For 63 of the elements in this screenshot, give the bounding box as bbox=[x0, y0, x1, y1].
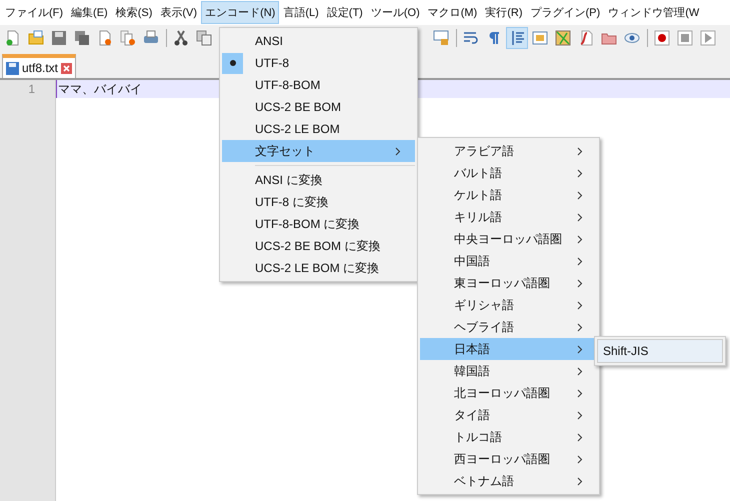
play-icon bbox=[700, 30, 716, 46]
menu-item[interactable]: タイ語 bbox=[420, 404, 597, 426]
menu-item[interactable]: ヘブライ語 bbox=[420, 316, 597, 338]
scissors-icon bbox=[173, 30, 189, 46]
open-folder-icon bbox=[28, 30, 44, 46]
menu-item[interactable]: UTF-8-BOM bbox=[222, 74, 415, 96]
function-icon bbox=[578, 30, 594, 46]
toolbar-button[interactable] bbox=[506, 27, 528, 49]
save-icon bbox=[51, 30, 67, 46]
menu-item[interactable]: ギリシャ語 bbox=[420, 294, 597, 316]
menu-item[interactable]: UTF-8-BOM に変換 bbox=[222, 213, 415, 235]
code-line: ママ、バイバイ bbox=[58, 82, 142, 96]
print-icon bbox=[143, 30, 159, 46]
menu-bar-item[interactable]: 編集(E) bbox=[67, 1, 112, 24]
close-all-icon bbox=[120, 30, 136, 46]
file-tab[interactable]: utf8.txt bbox=[2, 54, 76, 78]
menu-bar-item[interactable]: ファイル(F) bbox=[1, 1, 68, 24]
menu-bar-item[interactable]: ツール(O) bbox=[366, 1, 424, 24]
menu-item[interactable]: 中国語 bbox=[420, 250, 597, 272]
record-icon bbox=[654, 30, 670, 46]
menu-item[interactable]: 東ヨーロッパ語圏 bbox=[420, 272, 597, 294]
menu-bar-item[interactable]: 言語(L) bbox=[279, 1, 323, 24]
tab-label: utf8.txt bbox=[22, 61, 58, 75]
menu-item[interactable]: 西ヨーロッパ語圏 bbox=[420, 448, 597, 470]
line-number: 1 bbox=[27, 81, 36, 98]
menu-item[interactable]: バルト語 bbox=[420, 162, 597, 184]
menu-item[interactable]: UTF-8 bbox=[222, 52, 415, 74]
menu-bar-item[interactable]: 設定(T) bbox=[322, 1, 367, 24]
menu-item[interactable]: UTF-8 に変換 bbox=[222, 191, 415, 213]
menu-item[interactable]: トルコ語 bbox=[420, 426, 597, 448]
menu-item[interactable]: ケルト語 bbox=[420, 184, 597, 206]
menu-bar-item[interactable]: 表示(V) bbox=[156, 1, 202, 24]
window-icon bbox=[433, 30, 449, 46]
menu-bar-item[interactable]: 検索(S) bbox=[112, 1, 156, 24]
menu-item[interactable]: アラビア語 bbox=[420, 140, 597, 162]
menu-item[interactable]: ANSI に変換 bbox=[222, 169, 415, 191]
menu-item[interactable]: UCS-2 BE BOM bbox=[222, 96, 415, 118]
close-file-icon bbox=[97, 30, 113, 46]
menu-bar-item[interactable]: マクロ(M) bbox=[424, 1, 482, 24]
menu-bar-item[interactable]: プラグイン(P) bbox=[526, 1, 604, 24]
menu-item[interactable]: UCS-2 LE BOM bbox=[222, 118, 415, 140]
menu-item[interactable]: ベトナム語 bbox=[420, 470, 597, 492]
eye-icon bbox=[624, 30, 640, 46]
menu-bar-item[interactable]: ウィンドウ管理(W bbox=[604, 1, 704, 24]
word-wrap-icon bbox=[463, 30, 479, 46]
menu-item[interactable]: Shift-JIS bbox=[597, 339, 723, 363]
menu-item[interactable]: UCS-2 BE BOM に変換 bbox=[222, 235, 415, 257]
copy-icon bbox=[196, 30, 212, 46]
menu-item[interactable]: UCS-2 LE BOM に変換 bbox=[222, 257, 415, 279]
stop-icon bbox=[677, 30, 693, 46]
menu-item[interactable]: 日本語 bbox=[420, 338, 597, 360]
menu-item[interactable]: 文字セット bbox=[222, 140, 415, 162]
menu-item[interactable]: ANSI bbox=[222, 30, 415, 52]
save-icon bbox=[6, 62, 19, 74]
menu-item[interactable]: 韓国語 bbox=[420, 360, 597, 382]
menu-item[interactable]: 北ヨーロッパ語圏 bbox=[420, 382, 597, 404]
menu-bar-item[interactable]: 実行(R) bbox=[481, 1, 527, 24]
save-all-icon bbox=[74, 30, 90, 46]
menu-item[interactable]: キリル語 bbox=[420, 206, 597, 228]
close-icon[interactable] bbox=[61, 62, 72, 74]
menu-bar-item[interactable]: エンコード(N) bbox=[201, 1, 280, 24]
new-file-icon bbox=[5, 30, 21, 46]
menu-item[interactable]: 中央ヨーロッパ語圏 bbox=[420, 228, 597, 250]
